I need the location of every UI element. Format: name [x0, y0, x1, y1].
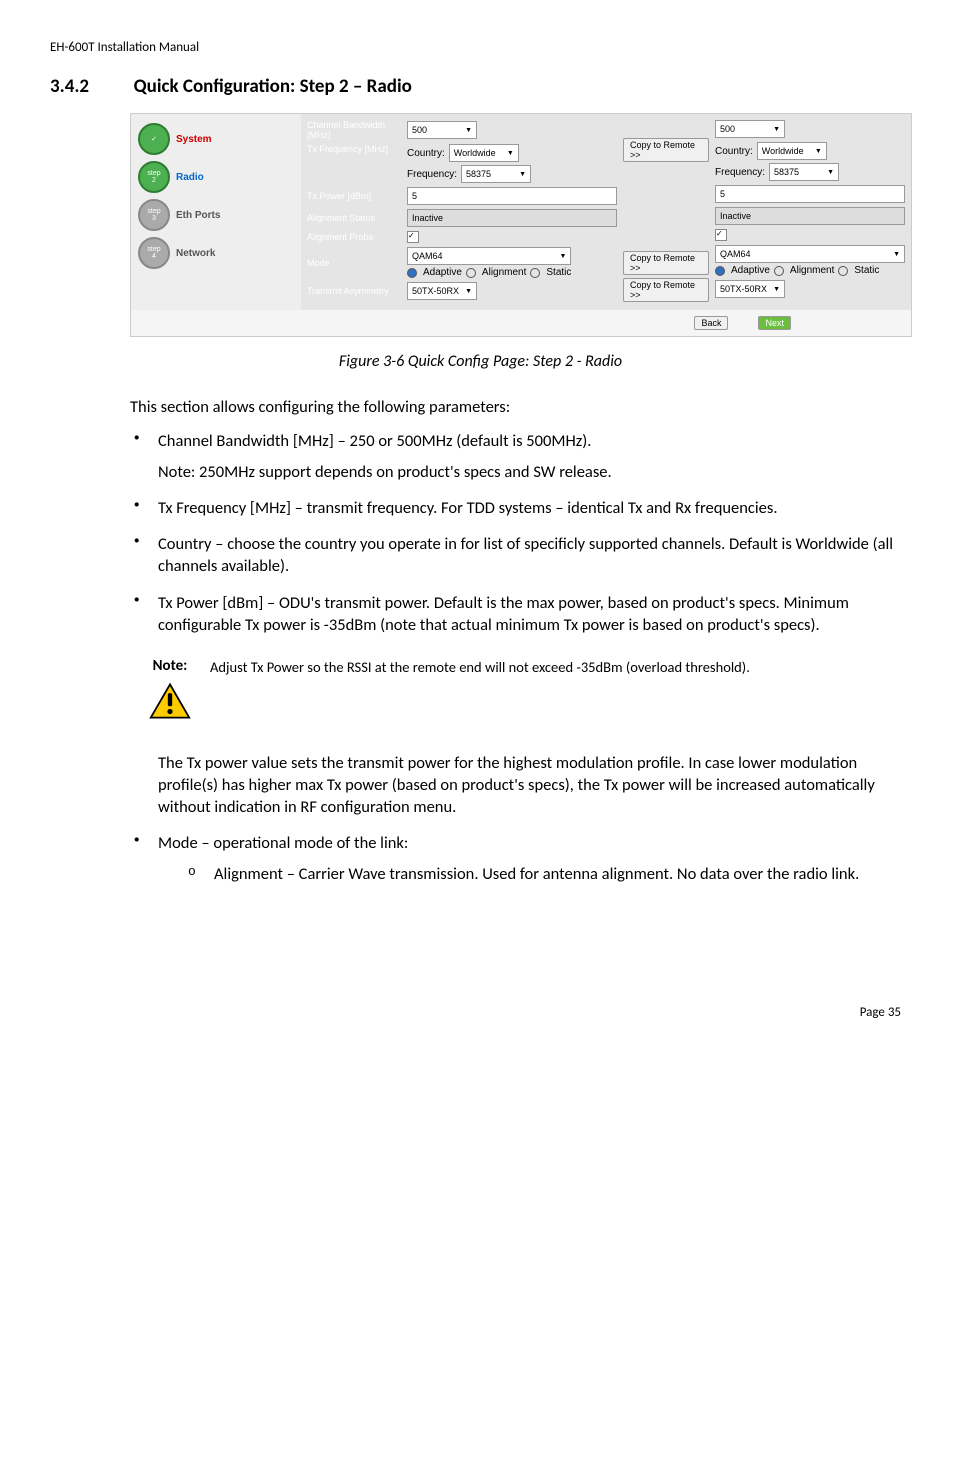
tx-power-input-remote[interactable]: 5	[715, 185, 905, 203]
step-label: System	[176, 134, 212, 145]
list-item: Channel Bandwidth [MHz] – 250 or 500MHz …	[130, 430, 911, 483]
page-number: Page 35	[50, 1005, 911, 1020]
field-label: Mode	[307, 258, 407, 268]
next-button[interactable]: Next	[758, 316, 791, 330]
chevron-down-icon: ▼	[461, 288, 472, 295]
wizard-sidebar: ✓ System step2 Radio step3 Eth Ports ste…	[131, 114, 301, 310]
after-note-text: The Tx power value sets the transmit pow…	[130, 752, 911, 819]
note-text: Adjust Tx Power so the RSSI at the remot…	[210, 656, 911, 727]
radio-static-remote[interactable]	[838, 266, 848, 276]
radio-label: Static	[546, 267, 571, 278]
field-label: Alignment Status	[307, 213, 407, 223]
transmit-asym-select[interactable]: 50TX-50RX▼	[407, 282, 477, 300]
bullet-text: Tx Frequency [MHz] – transmit frequency.…	[158, 498, 778, 518]
parameter-list: Channel Bandwidth [MHz] – 250 or 500MHz …	[130, 430, 911, 636]
section-number: 3.4.2	[50, 75, 130, 98]
frequency-select-remote[interactable]: 58375▼	[769, 163, 839, 181]
field-label: Transmit Asymmetry	[307, 286, 407, 296]
step-ethports[interactable]: step3 Eth Ports	[136, 197, 296, 233]
align-probe-checkbox-remote[interactable]	[715, 229, 727, 241]
copy-remote-button[interactable]: Copy to Remote >>	[623, 251, 709, 275]
intro-text: This section allows configuring the foll…	[130, 396, 911, 418]
parameter-list-2: Mode – operational mode of the link: Ali…	[130, 832, 911, 885]
radio-label: Alignment	[482, 267, 526, 278]
step-label: Radio	[176, 172, 204, 183]
config-screenshot: ✓ System step2 Radio step3 Eth Ports ste…	[130, 113, 912, 337]
sub-list-item: Alignment – Carrier Wave transmission. U…	[188, 863, 911, 885]
field-label: Channel Bandwidth [MHz]	[307, 120, 407, 140]
field-label: Country:	[407, 148, 445, 159]
country-select[interactable]: Worldwide▼	[449, 144, 519, 162]
align-probe-checkbox[interactable]	[407, 231, 419, 243]
back-button[interactable]: Back	[694, 316, 728, 330]
list-item: Tx Frequency [MHz] – transmit frequency.…	[130, 497, 911, 519]
copy-remote-button[interactable]: Copy to Remote >>	[623, 278, 709, 302]
step-label: Network	[176, 248, 215, 259]
field-label: Tx Frequency [MHz]	[307, 144, 407, 154]
copy-remote-button[interactable]: Copy to Remote >>	[623, 138, 709, 162]
mode-select[interactable]: QAM64▼	[407, 247, 571, 265]
section-heading: 3.4.2 Quick Configuration: Step 2 – Radi…	[50, 75, 911, 98]
warning-icon	[149, 682, 191, 720]
list-item: Country – choose the country you operate…	[130, 533, 911, 578]
chevron-down-icon: ▼	[503, 150, 514, 157]
country-select-remote[interactable]: Worldwide▼	[757, 142, 827, 160]
field-label: Frequency:	[407, 169, 457, 180]
field-label: Country:	[715, 146, 753, 157]
chevron-down-icon: ▼	[515, 171, 526, 178]
channel-bw-select[interactable]: 500▼	[407, 121, 477, 139]
section-title: Quick Configuration: Step 2 – Radio	[134, 75, 412, 98]
chevron-down-icon: ▼	[555, 253, 566, 260]
chevron-down-icon: ▼	[811, 148, 822, 155]
note-label: Note:	[130, 656, 210, 676]
bullet-text: Tx Power [dBm] – ODU's transmit power. D…	[158, 593, 849, 635]
doc-header: EH-600T Installation Manual	[50, 40, 911, 55]
bullet-text: Mode – operational mode of the link:	[158, 833, 408, 853]
step-badge-icon: step3	[138, 199, 170, 231]
radio-label: Alignment	[790, 265, 834, 276]
field-label: Frequency:	[715, 167, 765, 178]
step-system[interactable]: ✓ System	[136, 121, 296, 157]
bullet-text: Channel Bandwidth [MHz] – 250 or 500MHz …	[158, 431, 591, 451]
chevron-down-icon: ▼	[461, 127, 472, 134]
frequency-select[interactable]: 58375▼	[461, 165, 531, 183]
radio-label: Adaptive	[731, 265, 770, 276]
step-network[interactable]: step4 Network	[136, 235, 296, 271]
radio-adaptive-remote[interactable]	[715, 266, 725, 276]
radio-label: Adaptive	[423, 267, 462, 278]
field-label: Alignment Probe	[307, 232, 407, 242]
list-item: Mode – operational mode of the link: Ali…	[130, 832, 911, 885]
radio-static[interactable]	[530, 268, 540, 278]
checkmark-icon: ✓	[138, 123, 170, 155]
radio-label: Static	[854, 265, 879, 276]
mode-select-remote[interactable]: QAM64▼	[715, 245, 905, 263]
channel-bw-select-remote[interactable]: 500▼	[715, 120, 785, 138]
field-label: Tx Power [dBm]	[307, 191, 407, 201]
config-content: Channel Bandwidth [MHz] 500▼ Tx Frequenc…	[301, 114, 911, 310]
transmit-asym-select-remote[interactable]: 50TX-50RX▼	[715, 280, 785, 298]
bullet-text: Country – choose the country you operate…	[158, 534, 893, 576]
step-label: Eth Ports	[176, 210, 220, 221]
step-radio[interactable]: step2 Radio	[136, 159, 296, 195]
step-badge-icon: step2	[138, 161, 170, 193]
list-item: Tx Power [dBm] – ODU's transmit power. D…	[130, 592, 911, 637]
tx-power-input[interactable]: 5	[407, 187, 617, 205]
note-box: Note: Adjust Tx Power so the RSSI at the…	[130, 656, 911, 727]
bullet-sub-text: Note: 250MHz support depends on product'…	[158, 461, 911, 483]
figure-caption: Figure 3-6 Quick Config Page: Step 2 - R…	[50, 352, 911, 371]
chevron-down-icon: ▼	[769, 286, 780, 293]
align-status-display-remote: Inactive	[715, 207, 905, 225]
step-badge-icon: step4	[138, 237, 170, 269]
chevron-down-icon: ▼	[889, 251, 900, 258]
radio-alignment[interactable]	[466, 268, 476, 278]
radio-adaptive[interactable]	[407, 268, 417, 278]
sub-list: Alignment – Carrier Wave transmission. U…	[158, 863, 911, 885]
radio-alignment-remote[interactable]	[774, 266, 784, 276]
align-status-display: Inactive	[407, 209, 617, 227]
chevron-down-icon: ▼	[769, 126, 780, 133]
chevron-down-icon: ▼	[823, 169, 834, 176]
